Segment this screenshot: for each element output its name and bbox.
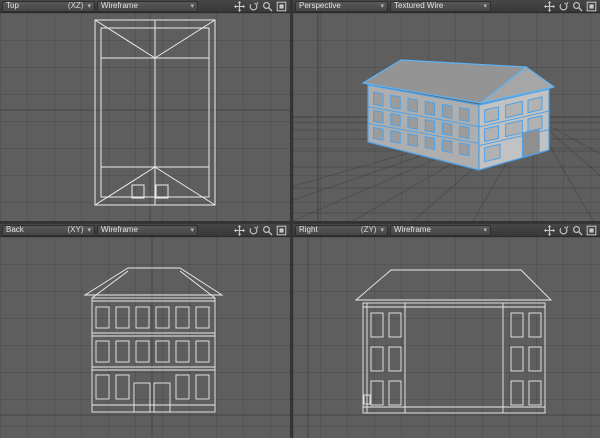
shading-mode-dropdown[interactable]: Textured Wire ▾ xyxy=(390,0,491,12)
view-axis: (XZ) xyxy=(67,1,84,10)
pan-icon[interactable] xyxy=(544,0,555,12)
right-view-wireframe xyxy=(293,237,600,438)
back-view-wireframe xyxy=(0,237,290,438)
viewport-tool-icons xyxy=(234,0,287,12)
view-name: Right xyxy=(299,225,318,234)
zoom-icon[interactable] xyxy=(262,1,273,12)
maximize-icon[interactable] xyxy=(586,225,597,236)
zoom-icon[interactable] xyxy=(572,1,583,12)
viewport-right-header: Right (ZY) ▾ Wireframe ▾ xyxy=(293,224,600,237)
maximize-icon[interactable] xyxy=(276,1,287,12)
view-type-dropdown[interactable]: Top (XZ) ▾ xyxy=(2,0,95,12)
shading-mode-dropdown[interactable]: Wireframe ▾ xyxy=(97,224,198,236)
rotate-icon[interactable] xyxy=(248,1,259,12)
viewport-top-header: Top (XZ) ▾ Wireframe ▾ xyxy=(0,0,290,13)
top-viewport-canvas[interactable] xyxy=(0,13,290,221)
shading-label: Textured Wire xyxy=(394,1,444,10)
view-name: Back xyxy=(6,225,24,234)
chevron-down-icon: ▾ xyxy=(190,2,194,10)
view-name: Top xyxy=(6,1,19,10)
chevron-down-icon: ▾ xyxy=(483,226,487,234)
view-axis: (ZY) xyxy=(360,225,377,234)
right-viewport-canvas[interactable] xyxy=(293,237,600,438)
pan-icon[interactable] xyxy=(234,224,245,236)
chevron-down-icon: ▾ xyxy=(380,2,384,10)
viewport-back: Back (XY) ▾ Wireframe ▾ xyxy=(0,224,290,438)
perspective-viewport-canvas[interactable] xyxy=(293,13,600,221)
pan-icon[interactable] xyxy=(544,224,555,236)
modeler-window: Top (XZ) ▾ Wireframe ▾ Perspective ▾ Tex… xyxy=(0,0,600,438)
perspective-view-scene xyxy=(293,13,600,221)
viewport-tool-icons xyxy=(544,224,597,236)
viewport-perspective-header: Perspective ▾ Textured Wire ▾ xyxy=(293,0,600,13)
viewport-top: Top (XZ) ▾ Wireframe ▾ xyxy=(0,0,290,221)
viewport-tool-icons xyxy=(234,224,287,236)
chevron-down-icon: ▾ xyxy=(87,2,91,10)
view-type-label: Back (XY) xyxy=(6,226,87,234)
view-name: Perspective xyxy=(299,1,341,10)
back-viewport-canvas[interactable] xyxy=(0,237,290,438)
viewport-back-header: Back (XY) ▾ Wireframe ▾ xyxy=(0,224,290,237)
chevron-down-icon: ▾ xyxy=(380,226,384,234)
view-axis: (XY) xyxy=(67,225,84,234)
viewport-tool-icons xyxy=(544,0,597,12)
view-type-label: Perspective xyxy=(299,2,380,10)
view-type-dropdown[interactable]: Perspective ▾ xyxy=(295,0,388,12)
shading-label: Wireframe xyxy=(101,225,138,234)
viewport-row-top: Top (XZ) ▾ Wireframe ▾ Perspective ▾ Tex… xyxy=(0,0,600,221)
viewport-row-bottom: Back (XY) ▾ Wireframe ▾ Right (ZY) ▾ Wir… xyxy=(0,224,600,438)
viewport-perspective: Perspective ▾ Textured Wire ▾ xyxy=(293,0,600,221)
view-type-label: Top (XZ) xyxy=(6,2,87,10)
rotate-icon[interactable] xyxy=(558,1,569,12)
maximize-icon[interactable] xyxy=(586,1,597,12)
top-view-wireframe xyxy=(0,13,290,221)
chevron-down-icon: ▾ xyxy=(190,226,194,234)
maximize-icon[interactable] xyxy=(276,225,287,236)
view-type-dropdown[interactable]: Back (XY) ▾ xyxy=(2,224,95,236)
rotate-icon[interactable] xyxy=(248,225,259,236)
viewport-right: Right (ZY) ▾ Wireframe ▾ xyxy=(293,224,600,438)
shading-mode-dropdown[interactable]: Wireframe ▾ xyxy=(390,224,491,236)
view-type-label: Right (ZY) xyxy=(299,226,380,234)
chevron-down-icon: ▾ xyxy=(483,2,487,10)
pan-icon[interactable] xyxy=(234,0,245,12)
zoom-icon[interactable] xyxy=(262,225,273,236)
view-type-dropdown[interactable]: Right (ZY) ▾ xyxy=(295,224,388,236)
shading-mode-dropdown[interactable]: Wireframe ▾ xyxy=(97,0,198,12)
shading-label: Wireframe xyxy=(394,225,431,234)
rotate-icon[interactable] xyxy=(558,225,569,236)
shading-label: Wireframe xyxy=(101,1,138,10)
zoom-icon[interactable] xyxy=(572,225,583,236)
chevron-down-icon: ▾ xyxy=(87,226,91,234)
